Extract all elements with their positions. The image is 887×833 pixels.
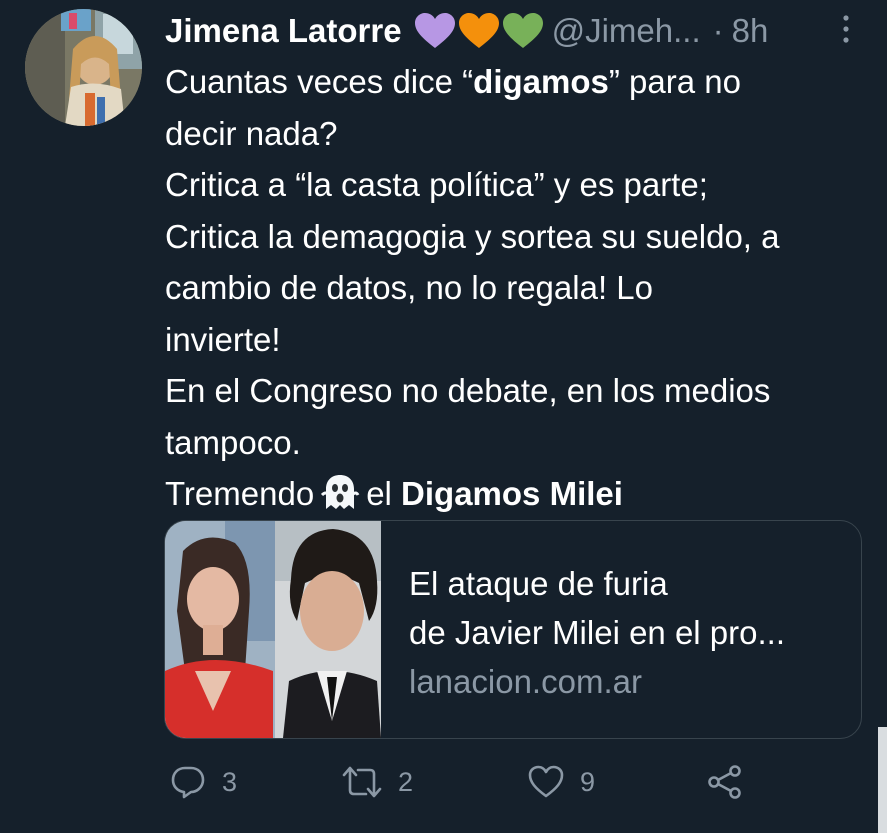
link-preview-image [165, 521, 381, 738]
purple-heart-icon [414, 13, 455, 48]
more-options-icon[interactable] [840, 14, 852, 44]
tweet-line: tampoco. [165, 423, 301, 461]
tweet-text-segment: Cuantas veces dice “ [165, 63, 474, 100]
reply-count: 3 [222, 766, 238, 797]
ghost-icon [320, 473, 360, 526]
link-title: de Javier Milei en el pro... [409, 614, 786, 651]
retweet-icon [342, 766, 382, 798]
like-button[interactable]: 9 [528, 760, 595, 804]
share-icon [708, 765, 741, 799]
tweet-bold-word: digamos [473, 63, 609, 100]
avatar-photo [25, 9, 142, 126]
tweet-line: Critica la demagogia y sortea su sueldo,… [165, 217, 780, 255]
tweet-text-segment: Tremendo [165, 475, 315, 512]
reply-icon [171, 766, 205, 799]
tweet-text-segment: el [366, 475, 392, 512]
tweet-header: Jimena Latorre @Jimeh... · 8h [165, 8, 768, 54]
tweet-line: Tremendo el Digamos Milei [165, 468, 865, 526]
tweet-line: decir nada? [165, 114, 338, 152]
like-count: 9 [580, 766, 596, 797]
tweet-actions: 3 2 9 [170, 760, 870, 804]
share-button[interactable] [707, 760, 743, 804]
author-handle[interactable]: @Jimeh... [552, 12, 701, 50]
green-heart-icon [502, 13, 543, 48]
author-name[interactable]: Jimena Latorre [165, 12, 402, 50]
heart-icon [528, 765, 564, 798]
tweet-text: Cuantas veces dice “digamos” para no dec… [165, 56, 865, 526]
tweet-line: invierte! [165, 320, 281, 358]
scrollbar[interactable] [878, 727, 887, 833]
link-preview-card[interactable]: El ataque de furia de Javier Milei en el… [164, 520, 862, 739]
link-preview-text: El ataque de furia de Javier Milei en el… [381, 521, 785, 738]
tweet-line: cambio de datos, no lo regala! Lo [165, 269, 653, 306]
tweet-text-segment: ” para no [608, 63, 741, 100]
retweet-count: 2 [398, 766, 414, 797]
tweet-line: En el Congreso no debate, en los medios [165, 372, 771, 409]
link-domain: lanacion.com.ar [409, 663, 642, 700]
tweet[interactable]: Jimena Latorre @Jimeh... · 8h Cuantas ve… [0, 0, 887, 833]
name-emoji [414, 12, 544, 50]
tweet-bold-word: Digamos Milei [401, 475, 623, 512]
tweet-line: Critica a “la casta política” y es parte… [165, 166, 708, 203]
separator-dot: · [712, 12, 724, 49]
tweet-line: Cuantas veces dice “digamos” para no [165, 56, 865, 108]
link-title: El ataque de furia [409, 565, 668, 602]
reply-button[interactable]: 3 [170, 760, 237, 804]
retweet-button[interactable]: 2 [342, 760, 413, 804]
avatar[interactable] [25, 9, 142, 126]
orange-heart-icon [458, 13, 499, 48]
timestamp[interactable]: 8h [732, 12, 769, 50]
